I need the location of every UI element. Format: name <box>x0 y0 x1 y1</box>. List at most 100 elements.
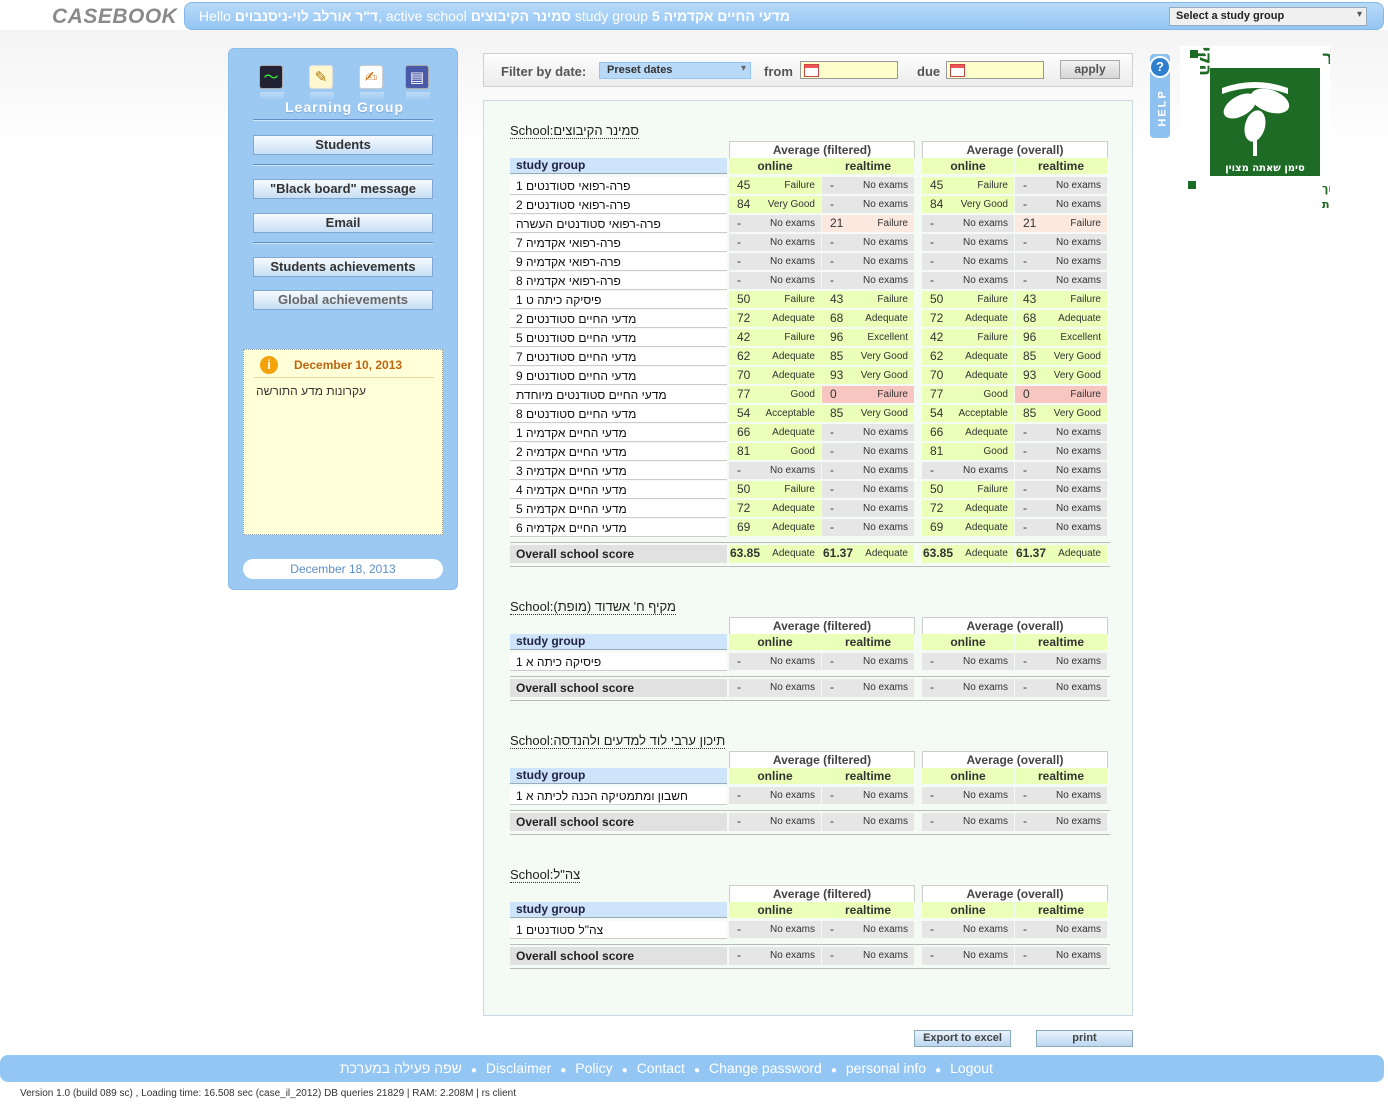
study-group-name[interactable]: פרה-רפואי אקדמיה 9 <box>510 253 727 271</box>
students-achievements-button[interactable]: Students achievements <box>253 257 433 277</box>
study-group-name[interactable]: פרה-רפואי סטודנטים 2 <box>510 196 727 214</box>
study-group-name[interactable]: מדעי החיים אקדמיה 1 <box>510 424 727 442</box>
study-group-name[interactable]: מדעי החיים סטודנטים 8 <box>510 405 727 423</box>
score-grade: Adequate <box>865 313 908 324</box>
question-icon[interactable]: ? <box>1149 56 1171 78</box>
table-row[interactable]: מדעי החיים סטודנטים 5 42 Failure 96 Excellen… <box>510 329 1110 347</box>
table-row[interactable]: מדעי החיים אקדמיה 1 66 Adequate - No exams 66… <box>510 424 1110 442</box>
table-row[interactable]: פרה-רפואי אקדמיה 8- No exams - No exams - No … <box>510 272 1110 290</box>
score-value: 81 <box>737 444 751 458</box>
score-grade: No exams <box>962 924 1008 935</box>
apply-button[interactable]: apply <box>1060 60 1120 79</box>
score-grade: No exams <box>962 790 1008 801</box>
study-group-name[interactable]: מדעי החיים אקדמיה 3 <box>510 462 727 480</box>
score-cell: 96 Excellent <box>1015 329 1107 346</box>
blackboard-message-button[interactable]: "Black board" message <box>253 179 433 199</box>
global-achievements-button[interactable]: Global achievements <box>253 290 433 310</box>
export-excel-button[interactable]: Export to excel <box>914 1030 1011 1047</box>
notes-icon[interactable]: ✍ <box>359 65 384 100</box>
footer-link[interactable]: Change password <box>709 1060 822 1076</box>
edit-icon[interactable]: ✎ <box>309 65 334 100</box>
score-grade: Adequate <box>772 427 815 438</box>
study-group-name[interactable]: מדעי החיים סטודנטים 7 <box>510 348 727 366</box>
table-row[interactable]: צה"ל סטודנטים 1- No exams - No exams - No exa… <box>510 921 1110 939</box>
score-value: 43 <box>830 292 844 306</box>
score-value: 96 <box>830 330 844 344</box>
study-group-name[interactable]: מדעי החיים אקדמיה 4 <box>510 481 727 499</box>
score-value: 45 <box>737 178 751 192</box>
study-group-header: study group <box>510 902 727 918</box>
footer-link[interactable]: Logout <box>950 1060 993 1076</box>
table-row[interactable]: חשבון ומתמטיקה הכנה לכיתה א 1- No exams - N… <box>510 787 1110 805</box>
footer-link[interactable]: Policy <box>575 1060 612 1076</box>
study-group-name[interactable]: פרה-רפואי אקדמיה 7 <box>510 234 727 252</box>
score-grade: No exams <box>769 656 815 667</box>
table-row[interactable]: מדעי החיים אקדמיה 6 69 Adequate - No exams 69… <box>510 519 1110 537</box>
activity-icon[interactable]: 〜 <box>259 65 284 100</box>
footer-link[interactable]: Contact <box>637 1060 685 1076</box>
score-cell: 42 Failure <box>922 329 1014 346</box>
score-cell: - No exams <box>822 272 914 289</box>
study-group-name[interactable]: מדעי החיים אקדמיה 2 <box>510 443 727 461</box>
help-tab[interactable]: ? HELP <box>1149 54 1171 138</box>
table-row[interactable]: מדעי החיים אקדמיה 3- No exams - No exams - No… <box>510 462 1110 480</box>
study-group-name[interactable]: פרה-רפואי סטודנטים 1 <box>510 177 727 195</box>
table-row[interactable]: פרה-רפואי סטודנטים 2 84 Very Good - No exams… <box>510 196 1110 214</box>
score-cell: 45 Failure <box>729 177 821 194</box>
footer-link[interactable]: personal info <box>846 1060 926 1076</box>
table-row[interactable]: מדעי החיים סטודנטים 8 54 Acceptable 85 Very … <box>510 405 1110 423</box>
book-icon[interactable]: ▤ <box>405 65 430 100</box>
score-value: 72 <box>737 311 751 325</box>
study-group-name[interactable]: פרה-רפואי סטודנטים העשרה <box>510 215 727 233</box>
table-row[interactable]: מדעי החיים סטודנטים מיוחדת 77 Good 0 Failure… <box>510 386 1110 404</box>
score-cell: 50 Failure <box>729 481 821 498</box>
table-row[interactable]: מדעי החיים אקדמיה 5 72 Adequate - No exams 72… <box>510 500 1110 518</box>
table-row[interactable]: מדעי החיים סטודנטים 2 72 Adequate 68 Adequat… <box>510 310 1110 328</box>
preset-dates-select[interactable]: Preset dates ▾ <box>599 62 751 79</box>
score-cell: 93 Very Good <box>822 367 914 384</box>
table-row[interactable]: מדעי החיים אקדמיה 2 81 Good - No exams 81 Good… <box>510 443 1110 461</box>
score-grade: Adequate <box>965 313 1008 324</box>
school-logo: סמינר סימן שאתה מצוין הקיבוצים המכללה לח… <box>1180 3 1388 214</box>
table-row[interactable]: פרה-רפואי אקדמיה 9- No exams - No exams - No … <box>510 253 1110 271</box>
study-group-name[interactable]: מדעי החיים סטודנטים 2 <box>510 310 727 328</box>
score-grade: No exams <box>1055 924 1101 935</box>
score-value: 0 <box>830 387 837 401</box>
email-button[interactable]: Email <box>253 213 433 233</box>
table-row[interactable]: פיסיקה כיתה ט 1 50 Failure 43 Failure 50 Failu… <box>510 291 1110 309</box>
calendar-icon[interactable] <box>950 64 965 77</box>
study-group-name[interactable]: פיסיקה כיתה א 1 <box>510 653 727 671</box>
study-group-name[interactable]: מדעי החיים סטודנטים 5 <box>510 329 727 347</box>
table-row[interactable]: מדעי החיים סטודנטים 7 62 Adequate 85 Very Go… <box>510 348 1110 366</box>
score-grade: No exams <box>1055 427 1101 438</box>
print-button[interactable]: print <box>1036 1030 1133 1047</box>
table-row[interactable]: פיסיקה כיתה א 1- No exams - No exams - No exa… <box>510 653 1110 671</box>
study-group-name[interactable]: חשבון ומתמטיקה הכנה לכיתה א 1 <box>510 787 727 805</box>
study-group-name[interactable]: פיסיקה כיתה ט 1 <box>510 291 727 309</box>
table-row[interactable]: מדעי החיים אקדמיה 4 50 Failure - No exams 50 F… <box>510 481 1110 499</box>
score-value: - <box>830 482 834 496</box>
calendar-icon[interactable] <box>804 64 819 77</box>
score-grade: No exams <box>962 218 1008 229</box>
study-group-name[interactable]: מדעי החיים אקדמיה 6 <box>510 519 727 537</box>
study-group-name[interactable]: פרה-רפואי אקדמיה 8 <box>510 272 727 290</box>
score-grade: Adequate <box>772 351 815 362</box>
overall-score-cell: - No exams <box>1015 679 1107 697</box>
table-row[interactable]: פרה-רפואי אקדמיה 7- No exams - No exams - No … <box>510 234 1110 252</box>
study-group-name[interactable]: מדעי החיים סטודנטים 9 <box>510 367 727 385</box>
score-grade: No exams <box>962 237 1008 248</box>
students-button[interactable]: Students <box>253 135 433 155</box>
table-row[interactable]: מדעי החיים סטודנטים 9 70 Adequate 93 Very Go… <box>510 367 1110 385</box>
table-row[interactable]: פרה-רפואי סטודנטים העשרה - No exams 21 Failu… <box>510 215 1110 233</box>
due-date-input[interactable] <box>946 61 1044 79</box>
footer-link[interactable]: שפה פעילה במערכת <box>340 1060 462 1076</box>
footer-link[interactable]: Disclaimer <box>486 1060 551 1076</box>
study-group-select[interactable]: Select a study group ▾ <box>1169 7 1367 26</box>
study-group-name[interactable]: מדעי החיים סטודנטים מיוחדת <box>510 386 727 404</box>
score-value: - <box>930 273 934 287</box>
from-date-input[interactable] <box>800 61 898 79</box>
study-group-name[interactable]: מדעי החיים אקדמיה 5 <box>510 500 727 518</box>
help-label: HELP <box>1156 89 1169 127</box>
study-group-name[interactable]: צה"ל סטודנטים 1 <box>510 921 727 939</box>
table-row[interactable]: פרה-רפואי סטודנטים 1 45 Failure - No exams 45… <box>510 177 1110 195</box>
